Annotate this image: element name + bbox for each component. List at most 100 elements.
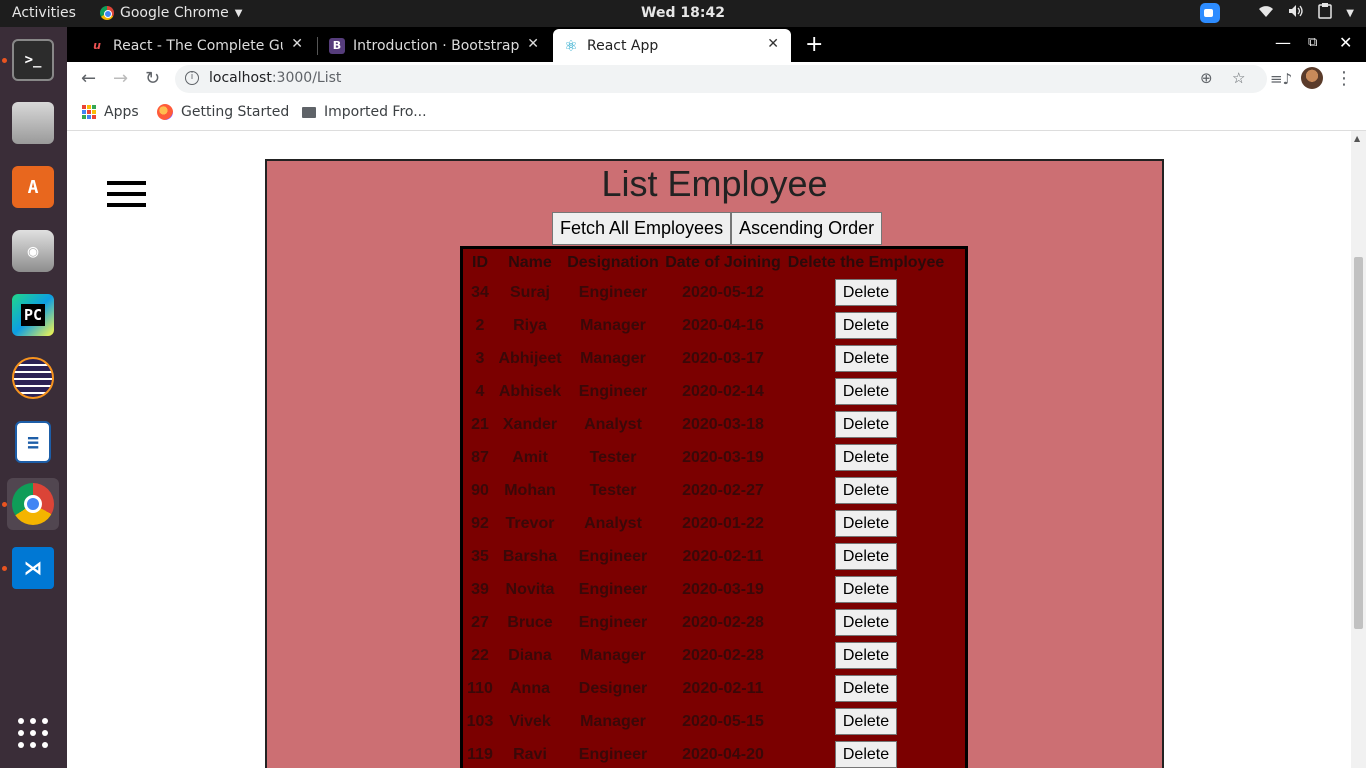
address-bar[interactable]: i localhost:3000/List ⊕ ☆ (175, 65, 1267, 93)
cell-delete: Delete (785, 376, 947, 407)
cell-date-of-joining: 2020-03-18 (682, 415, 764, 433)
zoom-icon[interactable] (1200, 3, 1221, 23)
cell-designation: Designer (578, 679, 648, 697)
employee-table: ID Name Designation Date of Joining Dele… (463, 249, 949, 768)
column-header-delete: Delete the Employee (787, 254, 945, 271)
cell-name: Suraj (509, 283, 550, 301)
cell-designation: Engineer (578, 613, 648, 631)
dock-software[interactable]: A (7, 161, 59, 213)
tab-label: React - The Complete Guic (113, 37, 283, 54)
delete-employee-button[interactable]: Delete (834, 444, 898, 471)
dock-writer[interactable]: ≡ (7, 416, 59, 468)
cell-id: 92 (471, 514, 489, 532)
employee-panel: List Employee Fetch All Employees Ascend… (265, 159, 1164, 768)
tab-bootstrap[interactable]: B Introduction · Bootstrap v ✕ (319, 29, 551, 62)
bookmark-getting-started[interactable]: Getting Started (157, 104, 289, 120)
forward-button[interactable]: → (113, 68, 128, 89)
running-indicator (2, 566, 7, 571)
delete-employee-button[interactable]: Delete (834, 642, 898, 669)
fetch-all-employees-button[interactable]: Fetch All Employees (552, 212, 732, 245)
close-icon[interactable]: ✕ (767, 36, 779, 52)
delete-employee-button[interactable]: Delete (834, 675, 898, 702)
reload-button[interactable]: ↻ (145, 68, 160, 89)
delete-employee-button[interactable]: Delete (834, 378, 898, 405)
delete-employee-button[interactable]: Delete (834, 543, 898, 570)
bookmark-label: Getting Started (181, 104, 290, 120)
table-header-row: ID Name Designation Date of Joining Dele… (465, 251, 947, 275)
minimize-button[interactable]: — (1275, 33, 1291, 52)
cell-delete: Delete (785, 475, 947, 506)
tab-react-app[interactable]: ⚛ React App ✕ (553, 29, 791, 62)
cell-date-of-joining: 2020-05-15 (682, 712, 764, 730)
cell-designation: Engineer (578, 547, 648, 565)
cell-date-of-joining: 2020-02-14 (682, 382, 764, 400)
clipboard-icon (1318, 3, 1333, 23)
cell-id: 27 (471, 613, 489, 631)
cell-id: 90 (471, 481, 489, 499)
table-row: 39 Novita Engineer 2020-03-19 Delete (465, 574, 947, 605)
system-tray[interactable]: ▼ (1200, 3, 1354, 23)
hamburger-menu-icon[interactable] (107, 181, 146, 214)
cell-name: Abhisek (498, 382, 562, 400)
table-row: 35 Barsha Engineer 2020-02-11 Delete (465, 541, 947, 572)
delete-employee-button[interactable]: Delete (834, 609, 898, 636)
dock-eclipse[interactable] (7, 352, 59, 404)
cell-delete: Delete (785, 739, 947, 768)
dock-camera[interactable]: ◉ (7, 225, 59, 277)
bookmark-label: Imported Fro... (324, 104, 427, 120)
bookmark-label: Apps (104, 104, 139, 120)
cell-id: 39 (471, 580, 489, 598)
table-row: 87 Amit Tester 2020-03-19 Delete (465, 442, 947, 473)
page-scrollbar[interactable]: ▲ (1351, 131, 1366, 768)
cell-designation: Analyst (584, 415, 642, 433)
cell-delete: Delete (785, 673, 947, 704)
cell-date-of-joining: 2020-02-28 (682, 646, 764, 664)
delete-employee-button[interactable]: Delete (834, 279, 898, 306)
cell-delete: Delete (785, 607, 947, 638)
clock[interactable]: Wed 18:42 (0, 5, 1366, 21)
cell-delete: Delete (785, 277, 947, 308)
tab-react-guide[interactable]: u React - The Complete Guic ✕ (79, 29, 315, 62)
profile-avatar[interactable] (1301, 67, 1323, 89)
star-icon[interactable]: ☆ (1232, 69, 1245, 87)
dock-vscode[interactable]: ⋊ (2, 542, 59, 594)
dock-pycharm[interactable]: PC (7, 289, 59, 341)
bookmark-imported[interactable]: Imported Fro... (302, 104, 427, 120)
delete-employee-button[interactable]: Delete (834, 741, 898, 768)
zoom-magnifier-icon[interactable]: ⊕ (1200, 69, 1213, 87)
info-icon[interactable]: i (185, 71, 199, 85)
delete-employee-button[interactable]: Delete (834, 477, 898, 504)
scroll-up-arrow-icon[interactable]: ▲ (1354, 134, 1360, 143)
bookmark-apps[interactable]: Apps (82, 104, 139, 120)
menu-kebab-icon[interactable]: ⋮ (1335, 68, 1353, 89)
cell-date-of-joining: 2020-01-22 (682, 514, 764, 532)
delete-employee-button[interactable]: Delete (834, 411, 898, 438)
back-button[interactable]: ← (81, 68, 96, 89)
system-top-bar: Activities Google Chrome ▼ Wed 18:42 ▼ (0, 0, 1366, 27)
close-icon[interactable]: ✕ (527, 36, 539, 52)
delete-employee-button[interactable]: Delete (834, 345, 898, 372)
media-control-icon[interactable]: ≡♪ (1270, 70, 1292, 88)
dock-show-apps[interactable] (7, 707, 59, 759)
maximize-button[interactable]: ⧉ (1308, 35, 1317, 50)
dock-terminal[interactable]: >_ (2, 34, 59, 86)
delete-employee-button[interactable]: Delete (834, 576, 898, 603)
url-text: localhost:3000/List (209, 70, 342, 86)
dock-chrome[interactable] (2, 478, 59, 530)
scrollbar-thumb[interactable] (1354, 257, 1363, 629)
ascending-order-button[interactable]: Ascending Order (731, 212, 883, 245)
cell-id: 21 (471, 415, 489, 433)
cell-name: Trevor (505, 514, 555, 532)
delete-employee-button[interactable]: Delete (834, 510, 898, 537)
close-icon[interactable]: ✕ (291, 36, 303, 52)
close-window-button[interactable]: ✕ (1339, 33, 1352, 52)
terminal-icon: >_ (12, 39, 54, 81)
new-tab-button[interactable]: + (805, 32, 823, 57)
delete-employee-button[interactable]: Delete (834, 312, 898, 339)
cell-designation: Manager (580, 316, 646, 334)
delete-employee-button[interactable]: Delete (834, 708, 898, 735)
cell-designation: Manager (580, 646, 646, 664)
dock-files[interactable] (7, 97, 59, 149)
cell-designation: Tester (589, 448, 637, 466)
udemy-icon: u (93, 39, 101, 52)
